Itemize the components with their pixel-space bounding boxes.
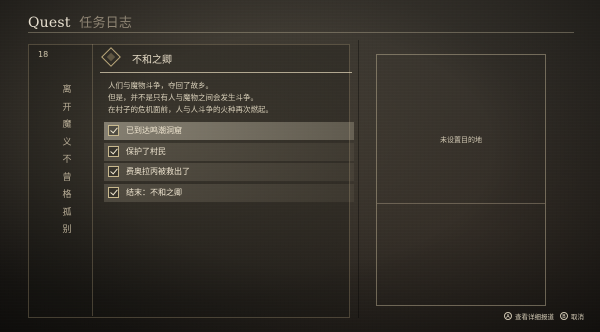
destination-status: 未设置目的地 [440, 136, 482, 144]
category-item[interactable]: 孤 [62, 205, 72, 223]
quest-diamond-icon [101, 47, 121, 67]
description-line: 但是，并不是只有人与魔物之间会发生斗争。 [108, 93, 258, 102]
map-panel: 未设置目的地 [376, 54, 546, 306]
category-column [28, 44, 93, 316]
objective-row[interactable]: 费奥拉丙被救出了 [104, 163, 354, 182]
cancel-button[interactable]: B 取消 [560, 311, 584, 321]
category-item[interactable]: 义 [62, 135, 72, 153]
objective-label: 保护了村民 [126, 146, 166, 156]
details-button[interactable]: A 查看详细报道 [504, 311, 554, 321]
description-line: 在村子的危机面前，人与人斗争的火种再次燃起。 [108, 105, 273, 114]
circle-a-icon: A [504, 312, 512, 320]
category-item[interactable]: 曾 [62, 170, 72, 188]
quest-title: 不和之卿 [132, 55, 172, 66]
checkbox-icon [108, 186, 119, 198]
category-list: 离 开 魔 义 不 曾 格 孤 别 [62, 82, 72, 240]
category-item[interactable]: 开 [62, 100, 72, 118]
category-item[interactable]: 格 [62, 187, 72, 205]
objective-list: 已到达鸣潮洞窟 保护了村民 费奥拉丙被救出了 结末：不和之卿 [104, 122, 354, 204]
page-title: Quest 任务日志 [28, 12, 132, 31]
checkbox-icon [108, 166, 119, 178]
button-prompts: A 查看详细报道 B 取消 [504, 311, 584, 321]
map-panel-divider [377, 203, 545, 204]
category-item[interactable]: 不 [62, 152, 72, 170]
header-divider [28, 32, 574, 33]
quest-title-underline [100, 72, 352, 73]
objective-label: 结末：不和之卿 [126, 187, 182, 197]
objective-row[interactable]: 已到达鸣潮洞窟 [104, 122, 354, 140]
checkbox-icon [108, 145, 119, 157]
objective-label: 已到达鸣潮洞窟 [126, 126, 182, 135]
page-title-text: Quest [28, 15, 71, 31]
quest-description: 人们与魔物斗争，夺回了故乡。 但是，并不是只有人与魔物之间会发生斗争。 在村子的… [108, 80, 346, 116]
cancel-button-label: 取消 [571, 313, 584, 321]
objective-row[interactable]: 结末：不和之卿 [104, 183, 354, 202]
checkbox-icon [108, 125, 119, 136]
objective-row[interactable]: 保护了村民 [104, 142, 354, 161]
category-item[interactable]: 离 [62, 82, 72, 100]
description-line: 人们与魔物斗争，夺回了故乡。 [108, 81, 213, 90]
objective-label: 费奥拉丙被救出了 [126, 167, 190, 177]
details-button-label: 查看详细报道 [515, 313, 554, 321]
page-subtitle: 任务日志 [79, 16, 133, 31]
panel-divider [358, 40, 359, 318]
quest-header[interactable]: 不和之卿 [98, 46, 356, 70]
category-item[interactable]: 别 [62, 222, 72, 240]
circle-b-icon: B [560, 312, 568, 320]
quest-count: 18 [38, 50, 49, 59]
category-item[interactable]: 魔 [62, 117, 72, 135]
